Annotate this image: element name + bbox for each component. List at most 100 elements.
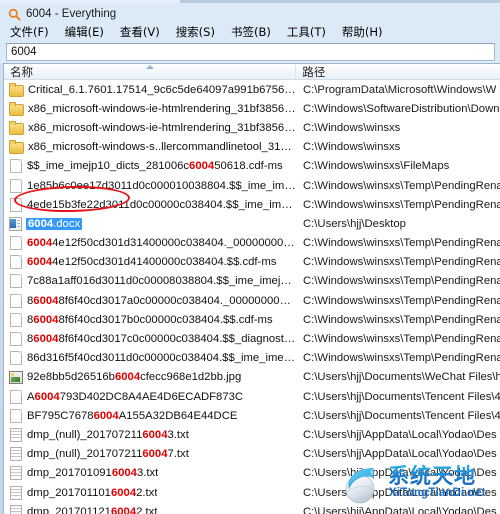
table-row[interactable]: 7c88a1aff016d3011d0c00008038804.$$_ime_i… [4, 272, 500, 291]
cell-name[interactable]: x86_microsoft-windows-ie-htmlrendering_3… [4, 101, 297, 116]
cell-name[interactable]: dmp_(null)_20170721160043.txt [4, 427, 297, 442]
file-name: dmp_(null)_20170721160043.txt [27, 428, 189, 441]
cell-name[interactable]: 60044e12f50cd301d41400000c038404.$$.cdf-… [4, 255, 297, 270]
cell-name[interactable]: 4ede15b3fe22d3011d0c00000c038404.$$_ime_… [4, 197, 297, 212]
cell-path[interactable]: C:\Windows\winsxs\Temp\PendingRena [297, 295, 500, 307]
table-row[interactable]: 860048f6f40cd3017c0c00000c038404.$$_diag… [4, 329, 500, 348]
cell-path[interactable]: C:\Users\hjj\Documents\Tencent Files\4 [297, 391, 500, 403]
menu-search[interactable]: 搜索(S) [175, 23, 216, 41]
menu-bookmarks[interactable]: 书签(B) [230, 23, 272, 41]
file-name: x86_microsoft-windows-s..llercommandline… [28, 141, 297, 154]
results-row-list[interactable]: Critical_6.1.7601.17514_9c6c5de64097a991… [4, 80, 500, 514]
cell-name[interactable]: Critical_6.1.7601.17514_9c6c5de64097a991… [4, 82, 297, 97]
cell-path[interactable]: C:\Users\hjj\AppData\Local\Yodao\Des [297, 506, 500, 514]
cell-path[interactable]: C:\Users\hjj\Desktop [297, 218, 500, 230]
table-row[interactable]: dmp_20170112160042.txt C:\Users\hjj\AppDa… [4, 502, 500, 514]
column-header-path[interactable]: 路径 [296, 64, 500, 79]
menu-edit[interactable]: 编辑(E) [64, 23, 105, 41]
file-name: x86_microsoft-windows-ie-htmlrendering_3… [28, 121, 297, 134]
menu-help[interactable]: 帮助(H) [341, 23, 384, 41]
cell-name[interactable]: 86d316f5f40cd3011d0c00000c038404.$$_ime_… [4, 351, 297, 366]
cell-name[interactable]: A6004793D402DC8A4AE4D6ECADF873C [4, 389, 297, 404]
text-icon [10, 427, 22, 442]
table-row[interactable]: 60044e12f50cd301d41400000c038404.$$.cdf-… [4, 253, 500, 272]
file-name: 92e8bb5d26516b6004cfecc968e1d2bb.jpg [27, 371, 242, 384]
menu-tools[interactable]: 工具(T) [286, 23, 327, 41]
cell-path[interactable]: C:\ProgramData\Microsoft\Windows\W [297, 84, 500, 96]
folder-icon [9, 120, 24, 135]
cell-path[interactable]: C:\Windows\winsxs\Temp\PendingRena [297, 256, 500, 268]
table-row[interactable]: A6004793D402DC8A4AE4D6ECADF873C C:\Users\… [4, 387, 500, 406]
cell-path[interactable]: C:\Windows\winsxs\Temp\PendingRena [297, 237, 500, 249]
file-name: dmp_20170112160042.txt [27, 506, 157, 514]
table-row[interactable]: x86_microsoft-windows-s..llercommandline… [4, 138, 500, 157]
search-input[interactable] [6, 43, 495, 61]
cell-path[interactable]: C:\Windows\winsxs\Temp\PendingRena [297, 352, 500, 364]
cell-name[interactable]: 860048f6f40cd3017a0c00000c038404._000000… [4, 293, 297, 308]
document-icon [10, 159, 22, 174]
cell-name[interactable]: dmp_20170110160042.txt [4, 485, 297, 500]
table-row[interactable]: 860048f6f40cd3017a0c00000c038404._000000… [4, 291, 500, 310]
table-row[interactable]: 1e85b6c0ee17d3011d0c000010038804.$$_ime_… [4, 176, 500, 195]
cell-name[interactable]: x86_microsoft-windows-ie-htmlrendering_3… [4, 120, 297, 135]
table-row[interactable]: $$_ime_imejp10_dicts_281006c600450618.cd… [4, 157, 500, 176]
cell-name[interactable]: 92e8bb5d26516b6004cfecc968e1d2bb.jpg [4, 370, 297, 384]
table-row[interactable]: dmp_20170110160042.txt C:\Users\hjj\AppDa… [4, 483, 500, 502]
column-header-row[interactable]: 名称 路径 [4, 64, 500, 80]
cell-path[interactable]: C:\Users\hjj\AppData\Local\Yodao\Des [297, 448, 500, 460]
column-header-name[interactable]: 名称 [4, 64, 297, 79]
cell-name[interactable]: x86_microsoft-windows-s..llercommandline… [4, 140, 297, 155]
cell-path[interactable]: C:\Windows\winsxs [297, 122, 500, 134]
cell-name[interactable]: 860048f6f40cd3017c0c00000c038404.$$_diag… [4, 332, 297, 347]
menu-view[interactable]: 查看(V) [119, 23, 161, 41]
table-row[interactable]: 86d316f5f40cd3011d0c00000c038404.$$_ime_… [4, 349, 500, 368]
cell-name[interactable]: BF795C76786004A155A32DB64E44DCE [4, 408, 297, 423]
title-bar: 6004 - Everything [0, 6, 500, 22]
table-row[interactable]: dmp_(null)_20170721160043.txt C:\Users\hj… [4, 425, 500, 444]
text-icon [10, 504, 22, 514]
cell-name[interactable]: 60044e12f50cd301d31400000c038404._000000… [4, 236, 297, 251]
table-row[interactable]: 4ede15b3fe22d3011d0c00000c038404.$$_ime_… [4, 195, 500, 214]
cell-path[interactable]: C:\Windows\winsxs\Temp\PendingRena [297, 333, 500, 345]
cell-path[interactable]: C:\Windows\winsxs\Temp\PendingRena [297, 275, 500, 287]
cell-path[interactable]: C:\Users\hjj\Documents\WeChat Files\h [297, 371, 500, 383]
cell-path[interactable]: C:\Windows\SoftwareDistribution\Down [297, 103, 500, 115]
menu-bar[interactable]: 文件(F) 编辑(E) 查看(V) 搜索(S) 书签(B) 工具(T) 帮助(H… [0, 22, 500, 41]
file-name: A6004793D402DC8A4AE4D6ECADF873C [27, 390, 244, 403]
cell-path[interactable]: C:\Windows\winsxs\Temp\PendingRena [297, 314, 500, 326]
table-row[interactable]: 92e8bb5d26516b6004cfecc968e1d2bb.jpg C:\U… [4, 368, 500, 387]
cell-path[interactable]: C:\Windows\winsxs [297, 141, 500, 153]
cell-name[interactable]: 6004.docx [4, 216, 297, 231]
table-row[interactable]: 6004.docx C:\Users\hjj\Desktop [4, 214, 500, 233]
document-icon [10, 255, 22, 270]
cell-name[interactable]: 860048f6f40cd3017b0c00000c038404.$$.cdf-… [4, 312, 297, 327]
document-icon [10, 274, 22, 289]
cell-name[interactable]: dmp_20170112160042.txt [4, 504, 297, 514]
table-row[interactable]: dmp_(null)_20170721160047.txt C:\Users\hj… [4, 445, 500, 464]
folder-icon [9, 101, 24, 116]
cell-name[interactable]: 1e85b6c0ee17d3011d0c000010038804.$$_ime_… [4, 178, 297, 193]
cell-path[interactable]: C:\Users\hjj\AppData\Local\Yodao\Des [297, 429, 500, 441]
cell-name[interactable]: $$_ime_imejp10_dicts_281006c600450618.cd… [4, 159, 297, 174]
cell-path[interactable]: C:\Users\hjj\Documents\Tencent Files\4 [297, 410, 500, 422]
file-name: 860048f6f40cd3017a0c00000c038404._000000… [27, 294, 297, 307]
table-row[interactable]: 860048f6f40cd3017b0c00000c038404.$$.cdf-… [4, 310, 500, 329]
table-row[interactable]: 60044e12f50cd301d31400000c038404._000000… [4, 234, 500, 253]
table-row[interactable]: x86_microsoft-windows-ie-htmlrendering_3… [4, 99, 500, 118]
cell-path[interactable]: C:\Users\hjj\AppData\Local\Yodao\Des [297, 467, 500, 479]
table-row[interactable]: x86_microsoft-windows-ie-htmlrendering_3… [4, 118, 500, 137]
cell-name[interactable]: 7c88a1aff016d3011d0c00008038804.$$_ime_i… [4, 274, 297, 289]
table-row[interactable]: dmp_20170109160043.txt C:\Users\hjj\AppDa… [4, 464, 500, 483]
file-name: x86_microsoft-windows-ie-htmlrendering_3… [28, 102, 297, 115]
results-pane[interactable]: 名称 路径 Critical_6.1.7601.17514_9c6c5de640… [3, 63, 500, 514]
cell-path[interactable]: C:\Windows\winsxs\Temp\PendingRena [297, 180, 500, 192]
match-highlight: 6004 [142, 448, 168, 461]
table-row[interactable]: Critical_6.1.7601.17514_9c6c5de64097a991… [4, 80, 500, 99]
menu-file[interactable]: 文件(F) [9, 23, 50, 41]
cell-name[interactable]: dmp_(null)_20170721160047.txt [4, 447, 297, 462]
cell-path[interactable]: C:\Users\hjj\AppData\Local\Yodao\Des [297, 487, 500, 499]
cell-name[interactable]: dmp_20170109160043.txt [4, 466, 297, 481]
cell-path[interactable]: C:\Windows\winsxs\FileMaps [297, 160, 500, 172]
cell-path[interactable]: C:\Windows\winsxs\Temp\PendingRena [297, 199, 500, 211]
table-row[interactable]: BF795C76786004A155A32DB64E44DCE C:\Users\… [4, 406, 500, 425]
